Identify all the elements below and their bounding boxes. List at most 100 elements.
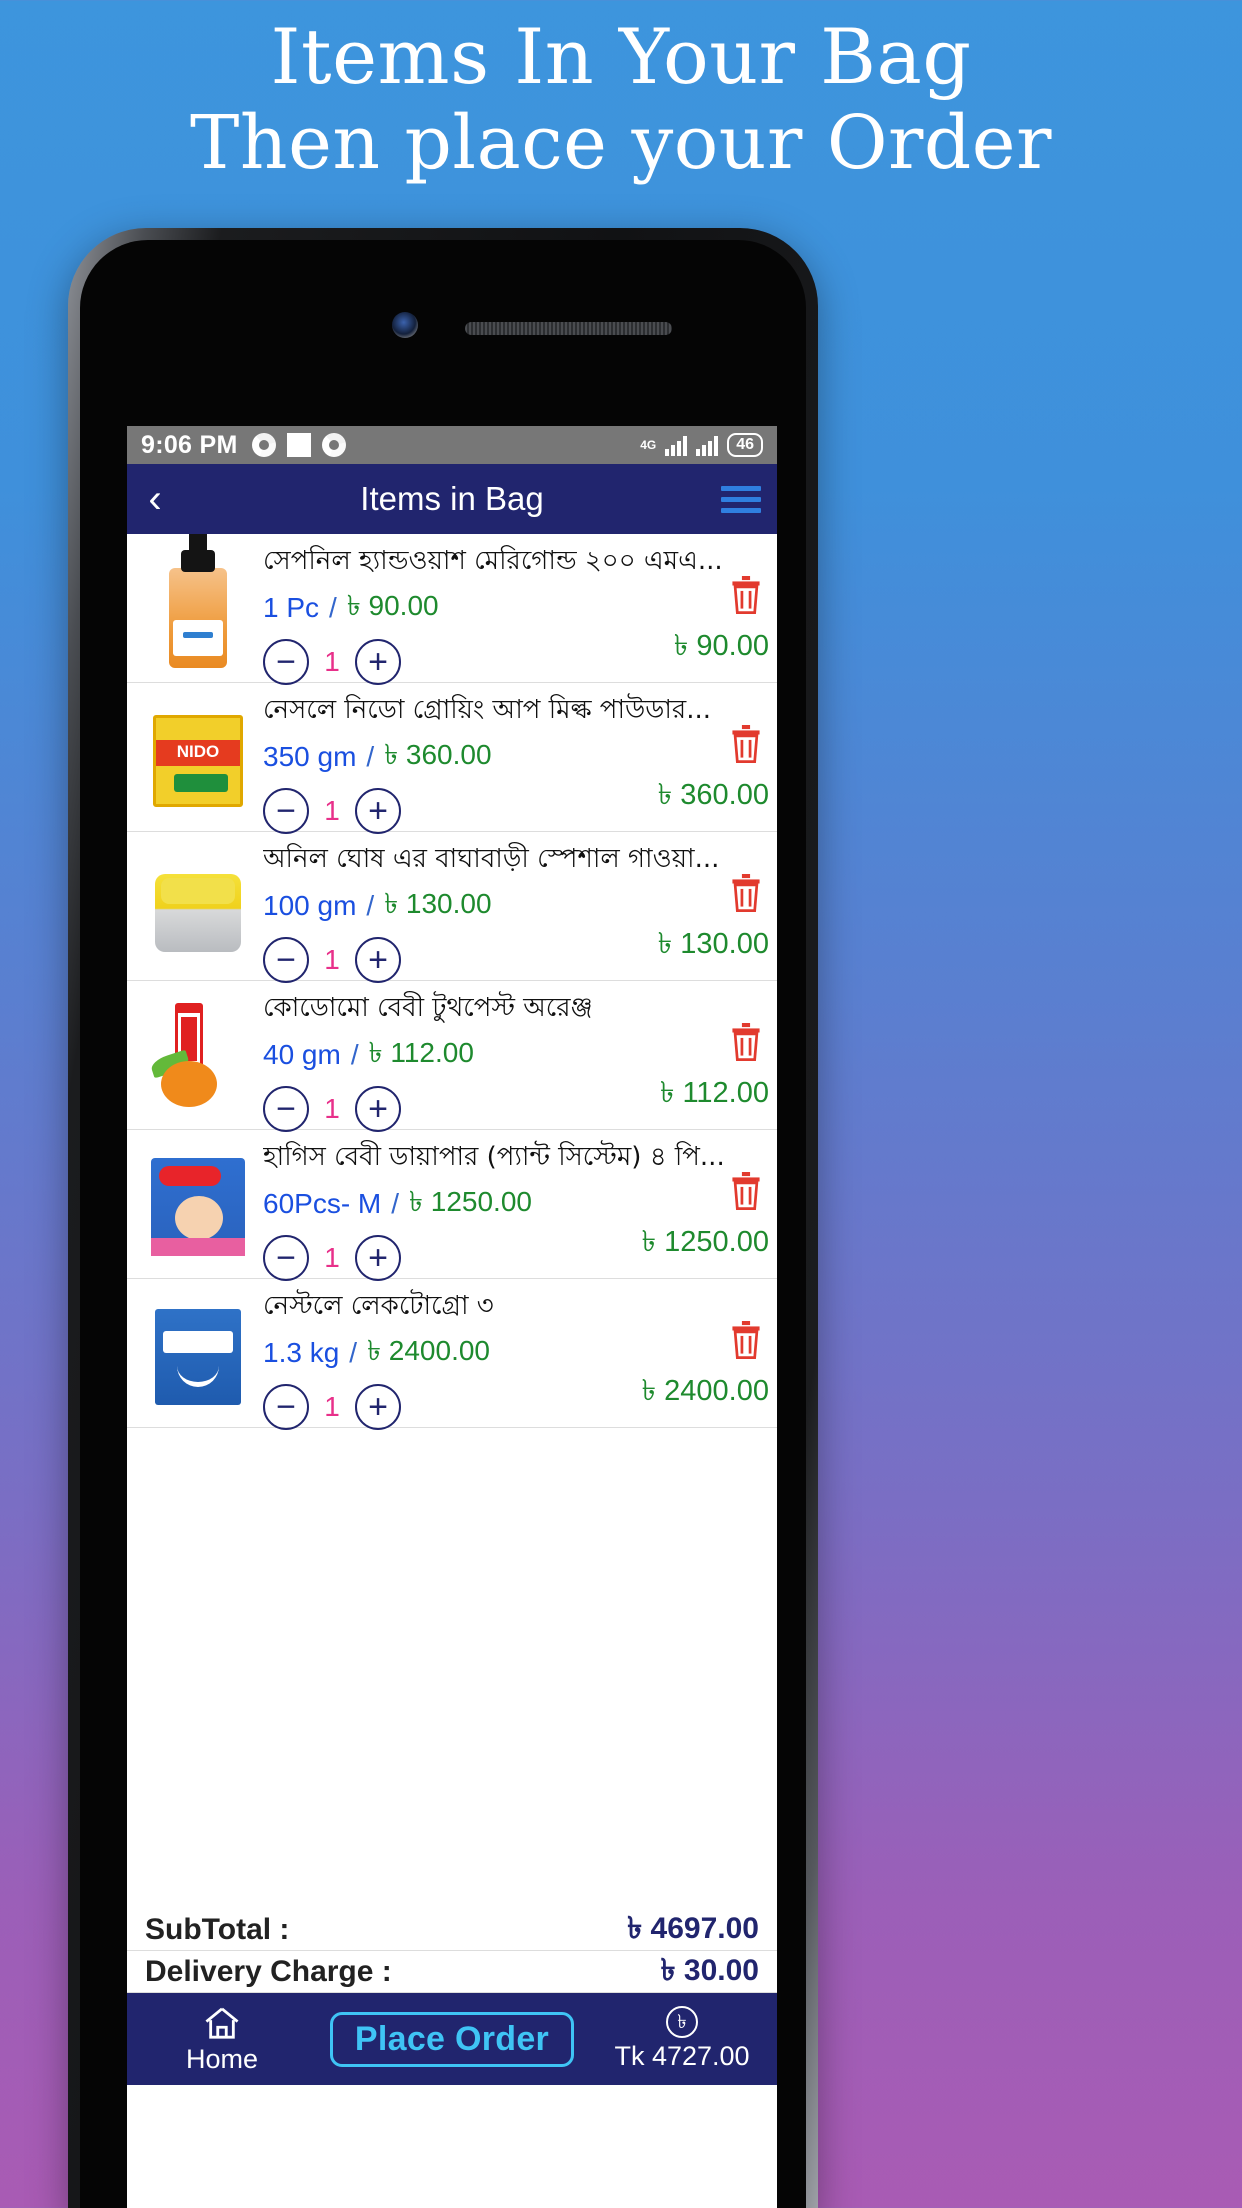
table-row[interactable]: অনিল ঘোষ এর বাঘাবাড়ী স্পেশাল গাওয়া... 1… <box>127 832 777 983</box>
bottom-navigation-bar: Home Place Order ৳ Tk 4727.00 <box>127 1993 777 2085</box>
subtotal-row: SubTotal : ৳ 4697.00 <box>127 1909 777 1951</box>
place-order-container: Place Order <box>317 2011 587 2067</box>
product-unit: 40 gm <box>263 1038 341 1070</box>
order-summary: SubTotal : ৳ 4697.00 Delivery Charge : ৳… <box>127 1909 777 1993</box>
quantity-value: 1 <box>324 646 340 677</box>
product-name: নেস্টলে লেকটোগ্রো ৩ <box>263 1291 494 1321</box>
line-total: ৳ 130.00 <box>657 928 769 960</box>
table-row[interactable]: নেস্টলে লেকটোগ্রো ৩ 1.3 kg / ৳ 2400.00 −… <box>127 1279 777 1430</box>
earpiece-speaker <box>465 322 672 335</box>
trash-icon[interactable] <box>729 874 763 912</box>
quantity-value: 1 <box>324 1242 340 1273</box>
product-unit-price: ৳ 2400.00 <box>367 1335 491 1366</box>
phone-bezel: 9:06 PM 4G 46 ‹ Items in Bag সেপনিল হ্যা… <box>80 240 806 2208</box>
increment-button[interactable]: + <box>355 1086 401 1132</box>
hamburger-icon[interactable] <box>721 485 761 513</box>
chrome-icon <box>321 433 346 457</box>
product-thumbnail <box>131 534 263 676</box>
product-name: সেপনিল হ্যান্ডওয়াশ মেরিগোন্ড ২০০ এমএ... <box>263 546 723 576</box>
product-thumbnail: NIDO <box>131 691 263 825</box>
increment-button[interactable]: + <box>355 1235 401 1281</box>
decrement-button[interactable]: − <box>263 1384 309 1430</box>
separator: / <box>366 889 375 921</box>
promo-line-1: Items In Your Bag <box>270 12 972 101</box>
status-time: 9:06 PM <box>141 430 238 459</box>
decrement-button[interactable]: − <box>263 1086 309 1132</box>
increment-button[interactable]: + <box>355 788 401 834</box>
quantity-value: 1 <box>324 944 340 975</box>
separator: / <box>329 591 337 623</box>
increment-button[interactable]: + <box>355 1384 401 1430</box>
battery-icon: 46 <box>727 433 763 457</box>
product-thumbnail <box>131 1138 263 1272</box>
line-total: ৳ 1250.00 <box>641 1226 769 1258</box>
line-total: ৳ 90.00 <box>673 630 769 662</box>
quantity-value: 1 <box>324 795 340 826</box>
product-thumbnail <box>131 1287 263 1421</box>
trash-icon[interactable] <box>729 1023 763 1061</box>
trash-icon[interactable] <box>729 1172 763 1210</box>
decrement-button[interactable]: − <box>263 788 309 834</box>
promo-heading: Items In Your Bag Then place your Order <box>0 12 1242 187</box>
trash-icon[interactable] <box>729 725 763 763</box>
separator: / <box>350 1038 359 1070</box>
cart-item-list[interactable]: সেপনিল হ্যান্ডওয়াশ মেরিগোন্ড ২০০ এমএ... … <box>127 534 777 1909</box>
delivery-charge-value: ৳ 30.00 <box>660 1954 759 1987</box>
product-thumbnail <box>131 840 263 974</box>
product-unit: 100 gm <box>263 889 357 921</box>
page-title: Items in Bag <box>360 480 544 517</box>
chrome-icon <box>251 433 276 457</box>
line-total: ৳ 2400.00 <box>641 1375 769 1407</box>
cart-total-label: Tk 4727.00 <box>614 2041 750 2071</box>
table-row[interactable]: NIDO নেসলে নিডো গ্রোয়িং আপ মিল্ক পাউডার.… <box>127 683 777 834</box>
taka-circle-icon: ৳ <box>666 2006 698 2038</box>
app-bar: ‹ Items in Bag <box>127 464 777 534</box>
home-nav-label: Home <box>185 2043 259 2074</box>
separator: / <box>349 1336 358 1368</box>
phone-mockup: 9:06 PM 4G 46 ‹ Items in Bag সেপনিল হ্যা… <box>68 228 818 2208</box>
decrement-button[interactable]: − <box>263 937 309 983</box>
product-name: নেসলে নিডো গ্রোয়িং আপ মিল্ক পাউডার... <box>263 695 712 725</box>
product-unit: 60Pcs- M <box>263 1187 382 1219</box>
home-nav-button[interactable]: Home <box>127 2004 317 2075</box>
product-unit-price: ৳ 130.00 <box>384 888 492 919</box>
front-camera-icon <box>392 312 418 338</box>
increment-button[interactable]: + <box>355 937 401 983</box>
product-unit-price: ৳ 1250.00 <box>409 1186 532 1217</box>
signal-icon <box>665 434 688 456</box>
product-unit-price: ৳ 360.00 <box>384 739 492 770</box>
place-order-button[interactable]: Place Order <box>329 2011 575 2067</box>
trash-icon[interactable] <box>729 1321 763 1359</box>
product-name: হাগিস বেবী ডায়াপার (প্যান্ট সিস্টেম) ৪ প… <box>263 1142 725 1172</box>
table-row[interactable]: কোডোমো বেবী টুথপেস্ট অরেঞ্জ 40 gm / ৳ 11… <box>127 981 777 1132</box>
separator: / <box>366 740 375 772</box>
signal-icon <box>696 434 719 456</box>
line-total: ৳ 112.00 <box>659 1077 769 1109</box>
status-bar: 9:06 PM 4G 46 <box>127 426 777 464</box>
product-name: কোডোমো বেবী টুথপেস্ট অরেঞ্জ <box>263 993 593 1023</box>
promo-line-2: Then place your Order <box>190 100 1052 186</box>
trash-icon[interactable] <box>729 576 763 614</box>
network-type-label: 4G <box>640 437 657 452</box>
product-unit-price: ৳ 90.00 <box>346 590 439 621</box>
cart-total-button[interactable]: ৳ Tk 4727.00 <box>587 2006 777 2072</box>
quantity-value: 1 <box>324 1391 340 1422</box>
table-row[interactable]: হাগিস বেবী ডায়াপার (প্যান্ট সিস্টেম) ৪ প… <box>127 1130 777 1281</box>
separator: / <box>391 1187 400 1219</box>
product-unit: 350 gm <box>263 740 357 772</box>
decrement-button[interactable]: − <box>263 639 309 685</box>
quantity-value: 1 <box>324 1093 340 1124</box>
product-thumbnail <box>131 989 263 1123</box>
phone-screen: 9:06 PM 4G 46 ‹ Items in Bag সেপনিল হ্যা… <box>127 426 777 2208</box>
table-row[interactable]: সেপনিল হ্যান্ডওয়াশ মেরিগোন্ড ২০০ এমএ... … <box>127 534 777 685</box>
product-unit: 1 Pc <box>263 591 320 623</box>
delivery-charge-row: Delivery Charge : ৳ 30.00 <box>127 1951 777 1993</box>
increment-button[interactable]: + <box>355 639 401 685</box>
decrement-button[interactable]: − <box>263 1235 309 1281</box>
product-unit: 1.3 kg <box>263 1336 340 1368</box>
white-square-icon <box>286 433 311 457</box>
status-notification-icons <box>251 433 346 457</box>
back-icon[interactable]: ‹ <box>127 464 183 534</box>
product-unit-price: ৳ 112.00 <box>368 1037 474 1068</box>
delivery-charge-label: Delivery Charge : <box>145 1954 392 1988</box>
